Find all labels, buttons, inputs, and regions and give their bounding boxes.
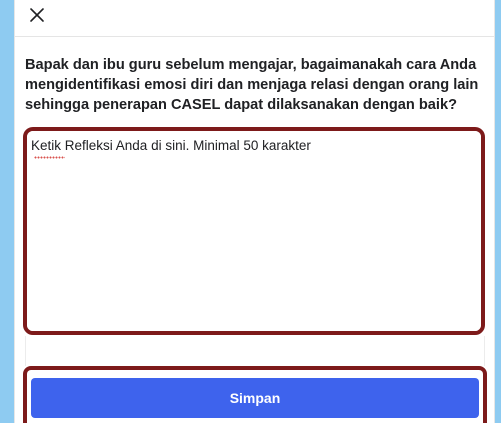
save-button[interactable]: Simpan <box>31 378 479 418</box>
question-text: Bapak dan ibu guru sebelum mengajar, bag… <box>25 57 479 113</box>
reflection-field-highlight <box>23 127 485 335</box>
spacer-area <box>25 336 485 366</box>
save-button-highlight: Simpan <box>23 366 487 423</box>
reflection-textarea[interactable] <box>27 131 481 331</box>
close-icon <box>30 8 44 22</box>
reflection-dialog: Bapak dan ibu guru sebelum mengajar, bag… <box>14 0 495 423</box>
dialog-header <box>15 0 494 37</box>
close-button[interactable] <box>25 3 49 27</box>
